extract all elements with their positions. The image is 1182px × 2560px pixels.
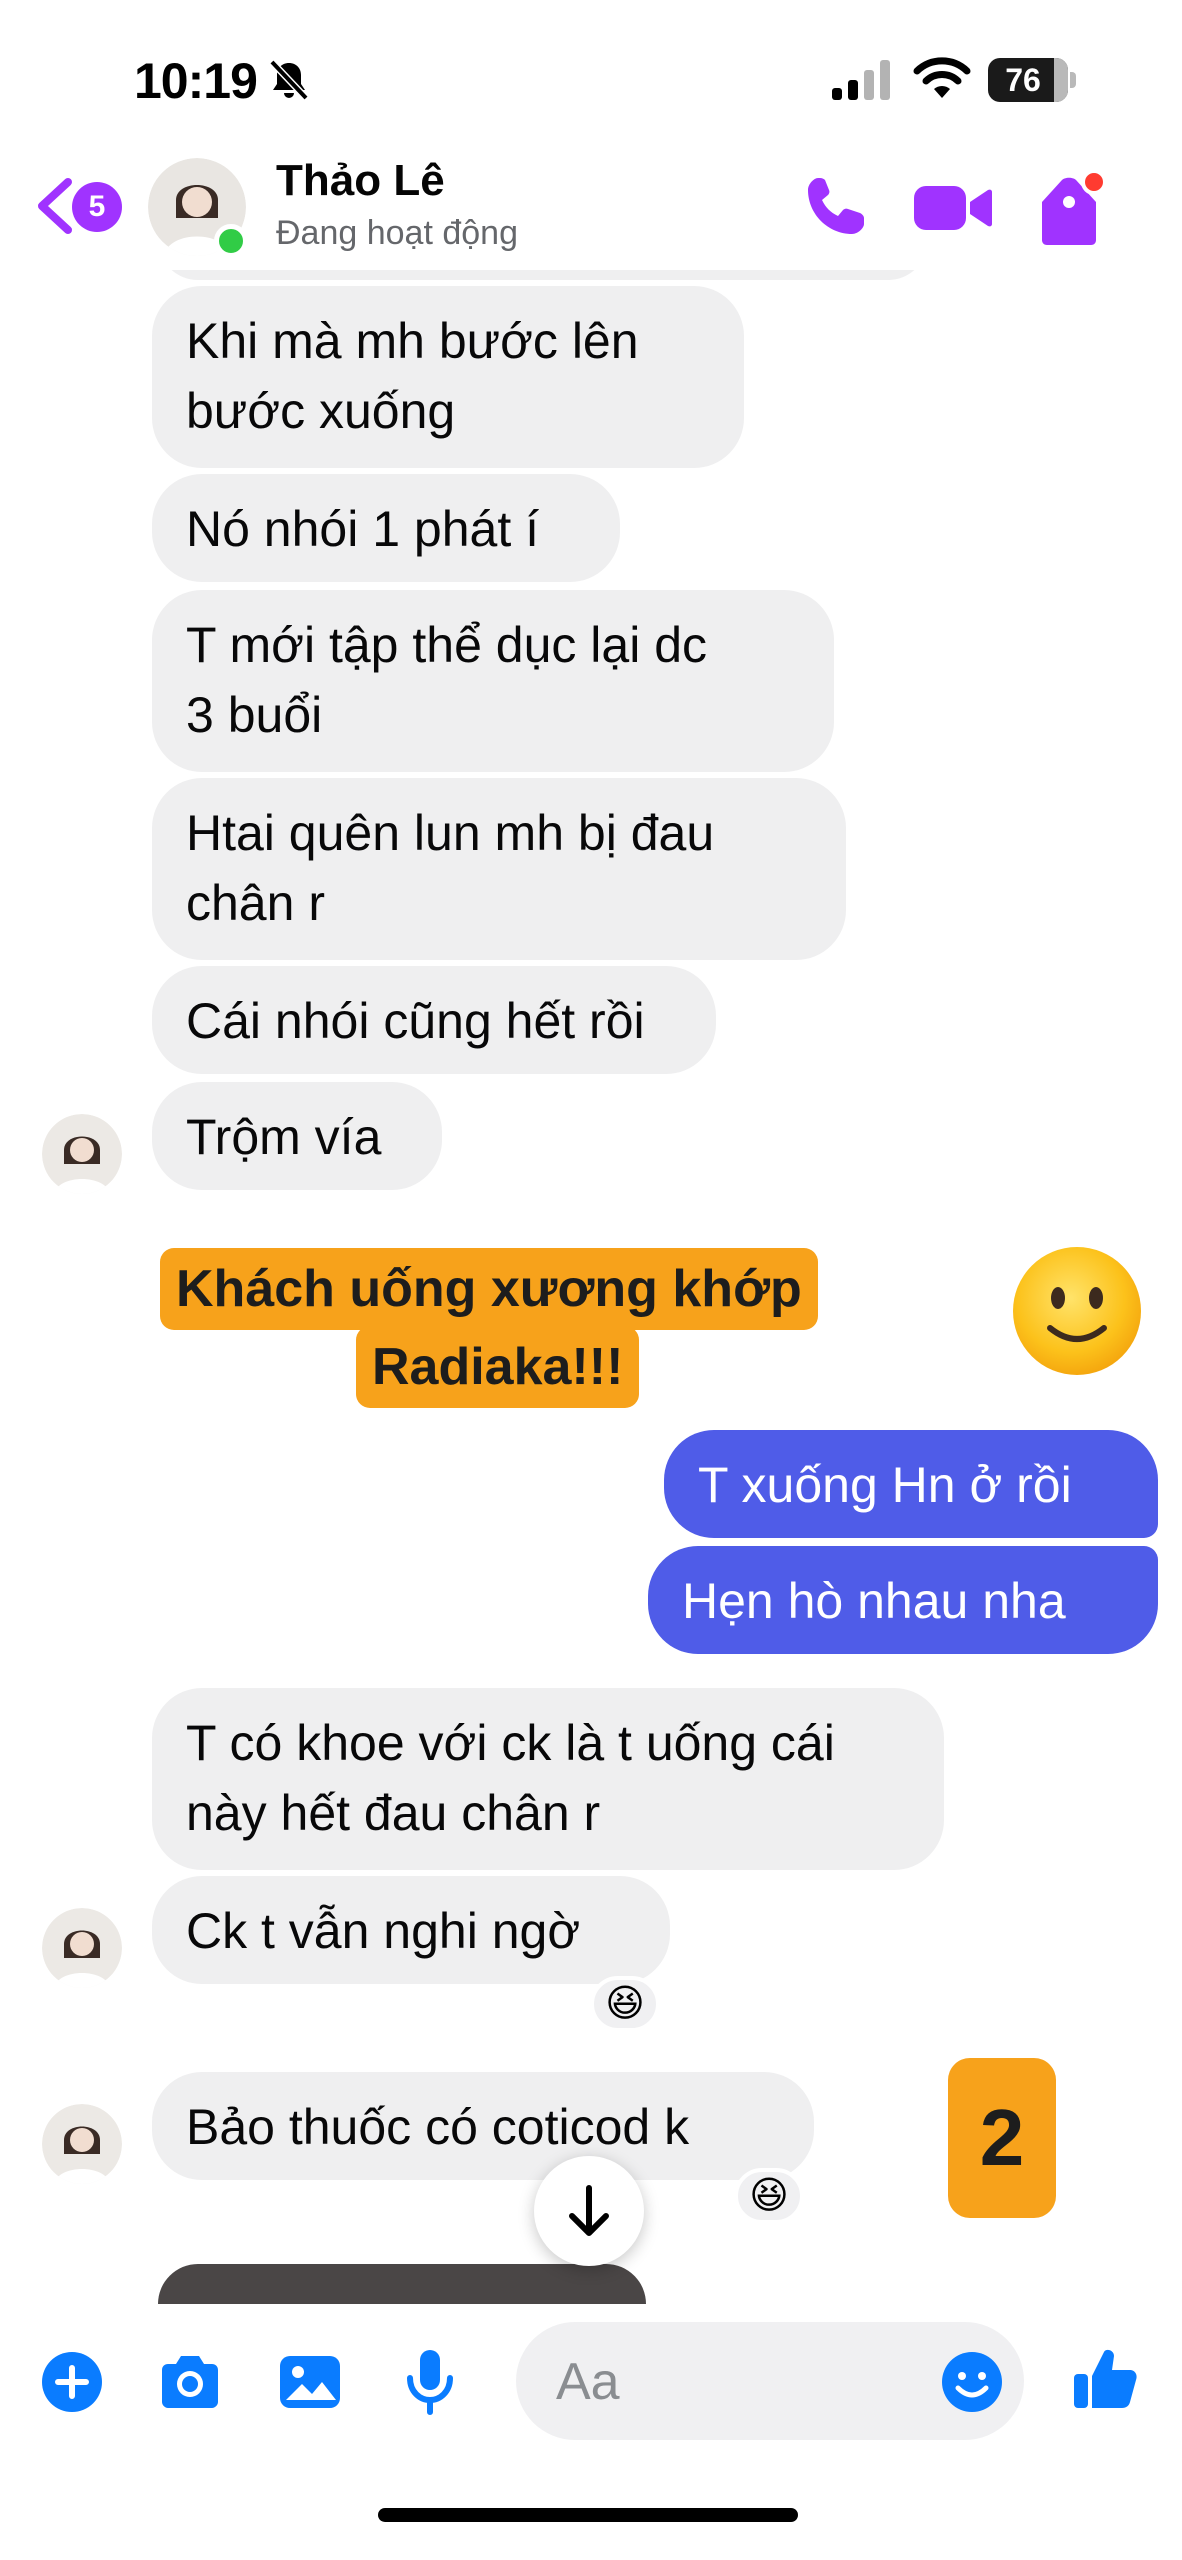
status-time: 10:19	[134, 53, 258, 109]
message-text: Htai quên lun mh bị đau	[186, 805, 715, 861]
plus-icon[interactable]	[36, 2346, 108, 2418]
promo-caption-line-2: Radiaka!!!	[356, 1326, 640, 1408]
message-text: 3 buổi	[186, 687, 323, 743]
camera-icon[interactable]	[154, 2346, 226, 2418]
message-input-placeholder: Aa	[556, 2353, 620, 2411]
message-text: này hết đau chân r	[186, 1785, 601, 1841]
sender-avatar[interactable]	[42, 2104, 122, 2184]
online-indicator	[214, 224, 248, 258]
back-chevron-icon[interactable]	[34, 176, 74, 236]
sender-avatar[interactable]	[42, 1114, 122, 1194]
message-bubble[interactable]: Cái nhói cũng hết rồi	[152, 966, 716, 1074]
phone-icon[interactable]	[800, 172, 870, 242]
message-bubble[interactable]: Htai quên lun mh bị đau chân r	[152, 778, 846, 960]
cellular-signal-icon	[832, 60, 890, 100]
message-text: T mới tập thể dục lại dc	[186, 617, 707, 673]
home-indicator[interactable]	[378, 2508, 798, 2522]
message-bubble[interactable]: Trộm vía	[152, 1082, 442, 1190]
media-attachment-preview[interactable]	[158, 2264, 646, 2304]
chat-header: 5 Thảo Lê Đang hoạt động	[0, 150, 1182, 270]
bell-slash-icon	[269, 59, 309, 101]
message-bubble[interactable]: T có khoe với ck là t uống cái này hết đ…	[152, 1688, 944, 1870]
message-bubble[interactable]: Nó nhói 1 phát í	[152, 474, 620, 582]
message-text: chân r	[186, 875, 325, 931]
image-icon[interactable]	[274, 2346, 346, 2418]
message-bubble[interactable]: Khi mà mh bước lên bước xuống	[152, 286, 744, 468]
microphone-icon[interactable]	[394, 2346, 466, 2418]
message-bubble[interactable]: Ck t vẫn nghi ngờ	[152, 1876, 670, 1984]
scroll-to-bottom-button[interactable]	[534, 2156, 644, 2266]
emoji-icon[interactable]	[936, 2346, 1008, 2418]
status-bar: 10:19 76	[0, 0, 1182, 150]
reaction-badge[interactable]: 😆	[590, 1976, 660, 2032]
contact-status: Đang hoạt động	[276, 214, 518, 252]
slightly-smiling-face-icon	[1013, 1247, 1141, 1375]
wifi-icon	[913, 57, 971, 98]
message-text: bước xuống	[186, 383, 456, 439]
message-bubble[interactable]: T mới tập thể dục lại dc 3 buổi	[152, 590, 834, 772]
unread-count-badge[interactable]: 5	[72, 182, 122, 232]
message-text: Khi mà mh bước lên	[186, 313, 639, 369]
reaction-badge[interactable]: 😆	[734, 2168, 804, 2224]
tag-icon[interactable]	[1034, 168, 1104, 248]
battery-level: 76	[1005, 62, 1041, 98]
thumbs-up-icon[interactable]	[1070, 2342, 1142, 2414]
promo-caption-line-1: Khách uống xương khớp	[160, 1248, 818, 1330]
sender-avatar[interactable]	[42, 1908, 122, 1988]
arrow-down-icon	[569, 2185, 609, 2236]
number-badge: 2	[948, 2058, 1056, 2218]
video-camera-icon[interactable]	[912, 178, 992, 238]
battery-icon: 76	[988, 58, 1076, 102]
contact-name[interactable]: Thảo Lê	[276, 156, 445, 206]
outgoing-message-bubble[interactable]: T xuống Hn ở rồi	[664, 1430, 1158, 1538]
message-text: T có khoe với ck là t uống cái	[186, 1715, 835, 1771]
message-bubble[interactable]: Bảo thuốc có coticod k	[152, 2072, 814, 2180]
outgoing-message-bubble[interactable]: Hẹn hò nhau nha	[648, 1546, 1158, 1654]
